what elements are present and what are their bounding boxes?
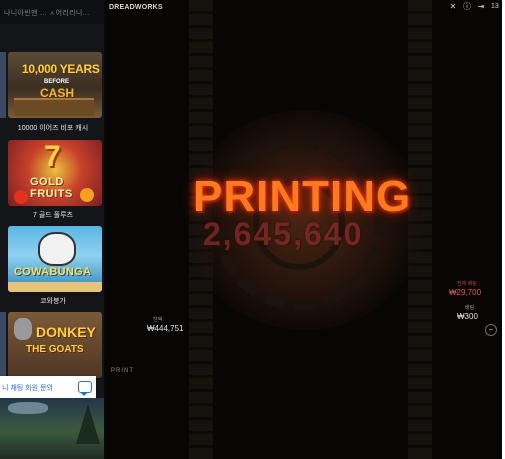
fruit-art	[80, 188, 94, 202]
bet-label: 배팅	[465, 305, 475, 311]
chat-bubble-icon[interactable]	[78, 381, 92, 396]
game-card-7-gold-fruits[interactable]: 7 GOLD FRUITS	[8, 140, 102, 206]
total-bet-label: 전체 배팅	[457, 281, 477, 287]
exit-icon[interactable]: ⇥	[477, 3, 485, 11]
game-art-text: 7	[44, 140, 61, 173]
game-title-7-gold-fruits[interactable]: 7 골드 풀루츠	[4, 210, 102, 220]
game-art-text: THE GOATS	[26, 344, 84, 355]
clock-text: 13	[491, 3, 499, 10]
scroll-edge-tab	[0, 312, 6, 378]
game-card-donkey-the-goats[interactable]: DONKEY THE GOATS	[8, 312, 102, 378]
cow-art	[38, 232, 76, 266]
sidebar-header-text: 나니아빈맨 ... ㅅ어리리니...	[4, 10, 90, 17]
game-art-text: BEFORE	[44, 79, 70, 85]
cloud-art	[8, 402, 48, 414]
live-chat-bar[interactable]: 니 채팅 화원 문의	[0, 376, 96, 398]
game-art-text: COWABUNGA	[14, 266, 92, 278]
game-card-cowabunga[interactable]: COWABUNGA	[8, 226, 102, 292]
balance-label: 잔액	[153, 317, 163, 323]
sand-art	[8, 282, 102, 292]
balance-value: ₩444,751	[147, 324, 184, 333]
game-card-10000-years[interactable]: 10,000 YEARS BEFORE CASH	[8, 52, 102, 118]
tree-art	[76, 404, 100, 444]
sound-off-icon[interactable]: ✕	[449, 3, 457, 11]
info-icon[interactable]: ⓘ	[463, 3, 471, 11]
chat-bar-text: 니 채팅 화원 문의	[2, 385, 53, 392]
game-art-text: 10,000 YEARS	[22, 62, 100, 76]
goat-art	[14, 318, 32, 340]
app-frame: 나니아빈맨 ... ㅅ어리리니... 10,000 YEARS BEFORE C…	[0, 0, 502, 459]
decrease-bet-button[interactable]: −	[485, 324, 497, 336]
scroll-edge-tab	[0, 52, 6, 118]
sidebar-header: 나니아빈맨 ... ㅅ어리리니...	[0, 0, 104, 24]
bet-value: ₩300	[457, 312, 478, 321]
game-list-sidebar: 나니아빈맨 ... ㅅ어리리니... 10,000 YEARS BEFORE C…	[0, 0, 104, 459]
provider-logo: DREADWORKS	[109, 4, 163, 11]
fruit-art	[14, 190, 28, 204]
status-banner: PRINTING	[193, 172, 412, 221]
win-amount: 2,645,640	[203, 216, 364, 252]
game-art-text: DONKEY	[36, 324, 96, 340]
game-title-cowabunga[interactable]: 코와붕가	[4, 296, 102, 306]
background-landscape	[0, 398, 104, 459]
crate-art	[14, 98, 94, 116]
print-label: PRINT	[111, 368, 134, 374]
game-title-10000-years[interactable]: 10000 이어즈 비포 캐시	[4, 123, 102, 133]
game-canvas[interactable]: DREADWORKS ✕ ⓘ ⇥ 13 PRINTING 2,645,640 잔…	[105, 0, 502, 459]
total-bet-value: ₩29,700	[449, 288, 482, 297]
